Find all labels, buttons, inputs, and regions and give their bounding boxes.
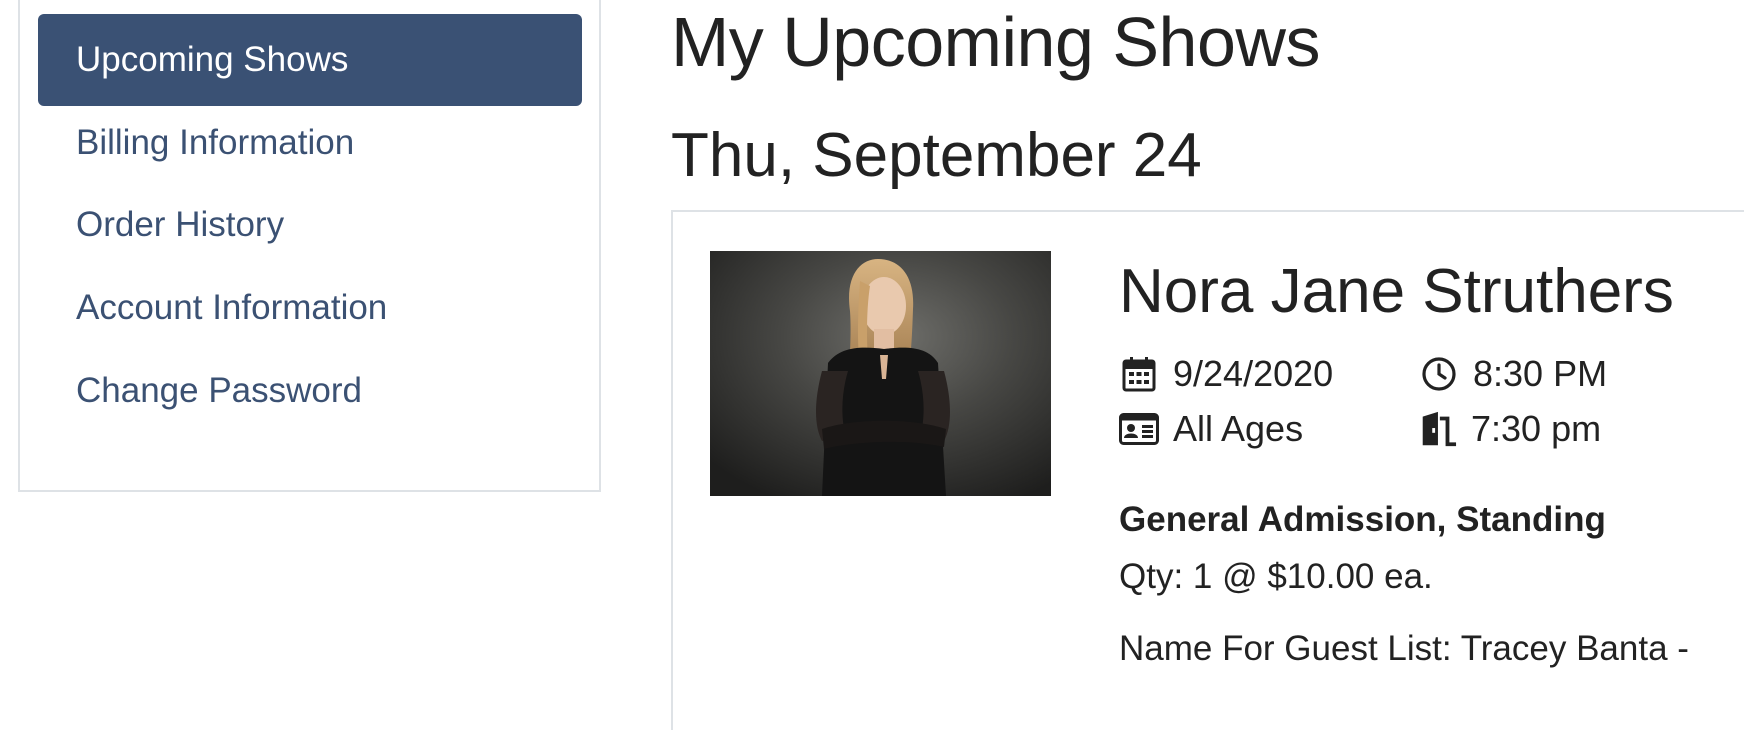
- sidebar-item-change-password[interactable]: Change Password: [38, 345, 582, 437]
- id-card-icon: [1119, 409, 1159, 449]
- artist-name[interactable]: Nora Jane Struthers: [1119, 252, 1674, 332]
- sidebar-item-billing-information[interactable]: Billing Information: [38, 97, 582, 189]
- account-sidebar: Upcoming Shows Billing Information Order…: [18, 0, 601, 492]
- door-open-icon: [1417, 409, 1457, 449]
- age-restriction: All Ages: [1119, 407, 1303, 451]
- age-restriction-text: All Ages: [1173, 408, 1304, 449]
- sidebar-item-account-information[interactable]: Account Information: [38, 262, 582, 354]
- guest-list-name: Name For Guest List: Tracey Banta -: [1119, 629, 1689, 668]
- show-date-heading: Thu, September 24: [671, 121, 1202, 190]
- show-date-text: 9/24/2020: [1173, 353, 1334, 394]
- clock-icon: [1419, 354, 1459, 394]
- show-time: 8:30 PM: [1419, 352, 1607, 396]
- doors-time-text: 7:30 pm: [1471, 408, 1602, 449]
- doors-time: 7:30 pm: [1417, 407, 1601, 451]
- show-date: 9/24/2020: [1119, 352, 1333, 396]
- ticket-quantity: Qty: 1 @ $10.00 ea.: [1119, 557, 1433, 596]
- sidebar-item-order-history[interactable]: Order History: [38, 179, 582, 271]
- artist-photo: [710, 251, 1051, 496]
- sidebar-item-upcoming-shows[interactable]: Upcoming Shows: [38, 14, 582, 106]
- ticket-type: General Admission, Standing: [1119, 500, 1606, 539]
- page-title: My Upcoming Shows: [671, 3, 1320, 81]
- calendar-icon: [1119, 354, 1159, 394]
- show-time-text: 8:30 PM: [1473, 353, 1608, 394]
